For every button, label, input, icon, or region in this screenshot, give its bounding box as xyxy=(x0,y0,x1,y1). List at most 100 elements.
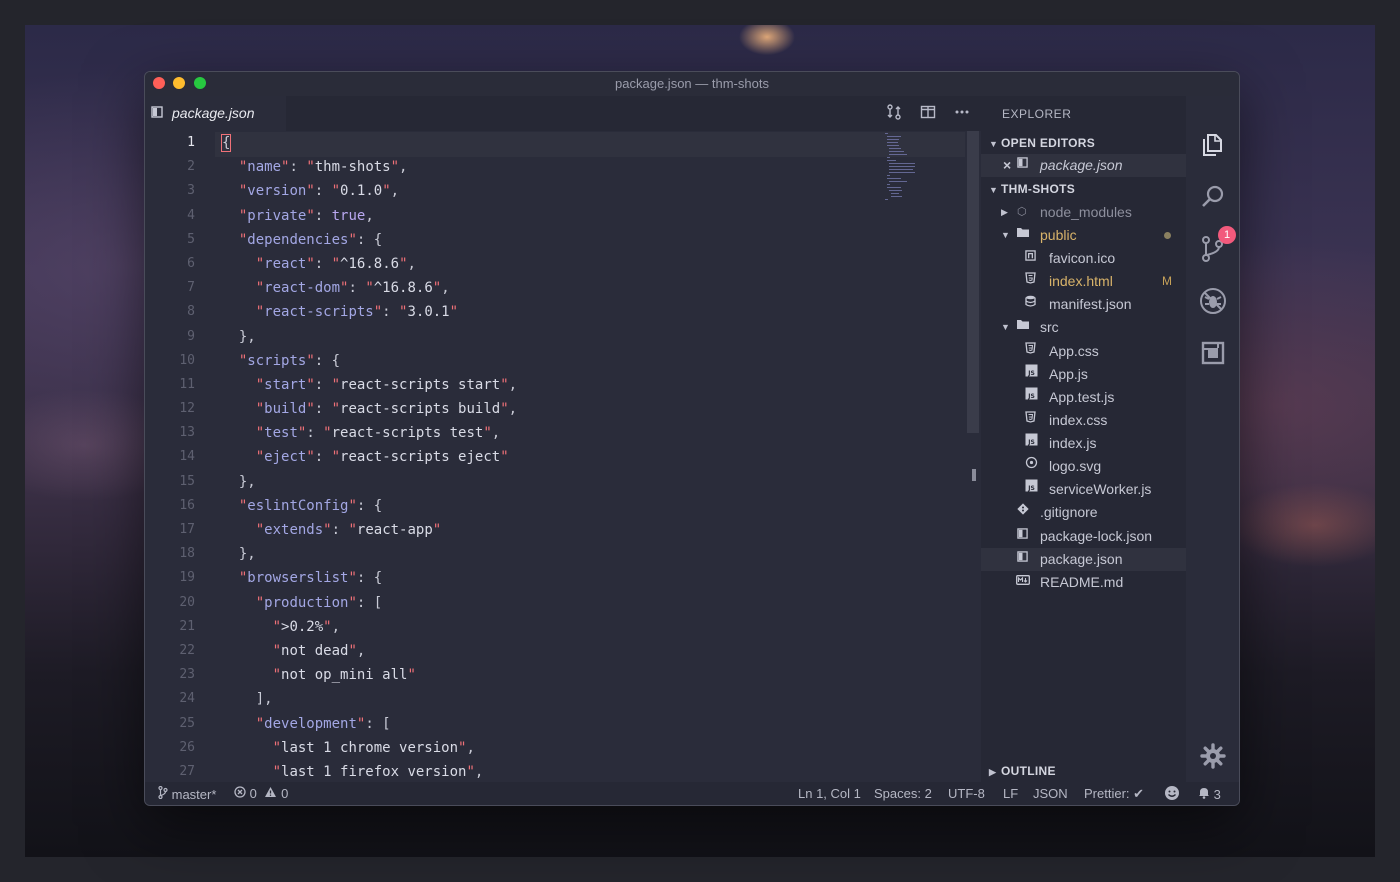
open-changes-icon[interactable] xyxy=(886,104,902,124)
line-ending[interactable]: LF xyxy=(1003,786,1018,801)
error-icon xyxy=(234,786,246,798)
code-line-25: "development": [ xyxy=(255,715,391,732)
line-number: 12 xyxy=(179,401,195,417)
code-editor[interactable]: 1 2 3 4 5 6 7 8 9 10 11 12 13 14 15 16 17 18 19 20 21 22 23 24 2… xyxy=(145,131,981,782)
css3-icon xyxy=(1025,340,1036,363)
indentation[interactable]: Spaces: 2 xyxy=(874,786,932,801)
tab-package-json[interactable]: package.json xyxy=(145,96,286,131)
line-number: 3 xyxy=(187,183,195,199)
svg-text:JS: JS xyxy=(1027,370,1035,377)
line-number: 19 xyxy=(179,570,195,586)
title-bar: package.json — thm-shots xyxy=(145,72,1239,96)
json-file-icon xyxy=(1017,154,1028,177)
code-content[interactable]: { "name": "thm-shots", "version": "0.1.0… xyxy=(220,131,518,782)
line-number: 15 xyxy=(179,473,195,489)
code-line-12: "build": "react-scripts build", xyxy=(255,401,518,418)
outline-section[interactable]: ▶ OUTLINE xyxy=(989,764,1056,778)
tree-item-logo[interactable]: logo.svg xyxy=(981,455,1186,478)
chevron-down-icon: ▼ xyxy=(1001,322,1010,332)
open-editor-item[interactable]: × package.json xyxy=(981,154,1186,177)
debug-icon[interactable] xyxy=(1199,287,1227,315)
explorer-title: EXPLORER xyxy=(1002,107,1072,121)
explorer-files-icon[interactable] xyxy=(1199,131,1227,159)
json-file-icon xyxy=(151,106,163,121)
chevron-down-icon: ▼ xyxy=(989,185,999,195)
split-editor-icon[interactable] xyxy=(920,104,936,124)
tree-item-public[interactable]: ▼ public xyxy=(981,224,1186,247)
encoding[interactable]: UTF-8 xyxy=(948,786,985,801)
line-number: 26 xyxy=(179,739,195,755)
code-line-14: "eject": "react-scripts eject" xyxy=(255,449,509,466)
line-number: 27 xyxy=(179,763,195,779)
source-control-badge: 1 xyxy=(1218,226,1236,244)
notifications[interactable]: 3 xyxy=(1198,786,1221,802)
search-icon[interactable] xyxy=(1199,183,1227,211)
minimap[interactable] xyxy=(885,131,925,201)
line-number: 6 xyxy=(187,255,195,271)
line-number: 7 xyxy=(187,280,195,296)
project-section[interactable]: ▼ THM-SHOTS xyxy=(989,182,1075,196)
js-file-icon: JS xyxy=(1025,432,1038,455)
language-mode[interactable]: JSON xyxy=(1033,786,1068,801)
tree-item-src[interactable]: ▼ src xyxy=(981,316,1186,339)
tree-item-package-lock[interactable]: package-lock.json xyxy=(981,525,1186,548)
modified-dot xyxy=(1164,232,1171,239)
tree-item-app-test[interactable]: JS App.test.js xyxy=(981,386,1186,409)
folder-icon xyxy=(1016,316,1030,339)
extensions-icon[interactable] xyxy=(1199,339,1227,367)
line-number: 1 xyxy=(187,135,195,150)
line-number: 21 xyxy=(179,618,195,634)
favicon-file-icon xyxy=(1025,247,1036,270)
line-number: 17 xyxy=(179,522,195,537)
tree-item-node-modules[interactable]: ▶ ⬡ node_modules xyxy=(981,201,1186,224)
open-editors-section[interactable]: ▼ OPEN EDITORS xyxy=(989,136,1095,150)
tree-item-index-js[interactable]: JS index.js xyxy=(981,432,1186,455)
tree-item-index-css[interactable]: index.css xyxy=(981,409,1186,432)
line-number-gutter: 1 2 3 4 5 6 7 8 9 10 11 12 13 14 15 16 17 18 19 20 21 22 23 24 2… xyxy=(145,131,195,782)
code-line-19: "browserslist": { xyxy=(238,570,383,587)
js-file-icon: JS xyxy=(1025,386,1038,409)
feedback-smiley-icon[interactable] xyxy=(1164,785,1180,804)
line-number: 25 xyxy=(179,715,195,731)
tree-item-service-worker[interactable]: JS serviceWorker.js xyxy=(981,478,1186,501)
close-icon[interactable]: × xyxy=(1003,154,1011,177)
cursor-position[interactable]: Ln 1, Col 1 xyxy=(798,786,861,801)
tab-label: package.json xyxy=(172,105,255,121)
prettier-status[interactable]: Prettier: ✔ xyxy=(1084,786,1144,802)
code-line-26: "last 1 chrome version", xyxy=(272,739,475,756)
code-line-11: "start": "react-scripts start", xyxy=(255,376,518,393)
code-line-6: "react": "^16.8.6", xyxy=(255,255,416,272)
tree-item-readme[interactable]: README.md xyxy=(981,571,1186,594)
code-line-16: "eslintConfig": { xyxy=(238,497,383,514)
tree-item-favicon[interactable]: favicon.ico xyxy=(981,247,1186,270)
git-branch[interactable]: master* xyxy=(158,785,216,802)
editor-scrollbar[interactable] xyxy=(967,131,979,433)
code-line-3: "version": "0.1.0", xyxy=(238,183,400,200)
folder-icon xyxy=(1016,224,1030,247)
gear-icon[interactable] xyxy=(1199,742,1227,770)
chevron-down-icon: ▼ xyxy=(989,139,999,149)
tab-bar: package.json xyxy=(145,96,981,131)
chevron-right-icon: ▶ xyxy=(989,767,997,777)
json-file-icon xyxy=(1017,548,1028,571)
code-line-13: "test": "react-scripts test", xyxy=(255,425,501,442)
code-line-15: }, xyxy=(222,473,256,490)
explorer-sidebar: EXPLORER ▼ OPEN EDITORS × package.json ▼ T… xyxy=(981,96,1186,782)
bell-icon xyxy=(1199,788,1209,799)
tree-item-package-json[interactable]: package.json xyxy=(981,548,1186,571)
tree-item-manifest[interactable]: manifest.json xyxy=(981,293,1186,316)
tree-item-app-js[interactable]: JS App.js xyxy=(981,363,1186,386)
svg-text:JS: JS xyxy=(1027,485,1035,492)
line-number: 5 xyxy=(187,231,195,247)
line-number: 9 xyxy=(187,328,195,344)
tree-item-index-html[interactable]: index.html M xyxy=(981,270,1186,293)
code-line-27: "last 1 firefox version", xyxy=(272,763,484,780)
tree-item-app-css[interactable]: App.css xyxy=(981,340,1186,363)
code-line-17: "extends": "react-app" xyxy=(255,522,442,538)
problems-indicator[interactable]: 0 0 xyxy=(234,786,288,801)
more-actions-icon[interactable] xyxy=(954,104,970,124)
code-line-10: "scripts": { xyxy=(238,352,341,369)
code-line-2: "name": "thm-shots", xyxy=(238,159,408,176)
tree-item-gitignore[interactable]: .gitignore xyxy=(981,501,1186,524)
line-number: 13 xyxy=(179,425,195,441)
